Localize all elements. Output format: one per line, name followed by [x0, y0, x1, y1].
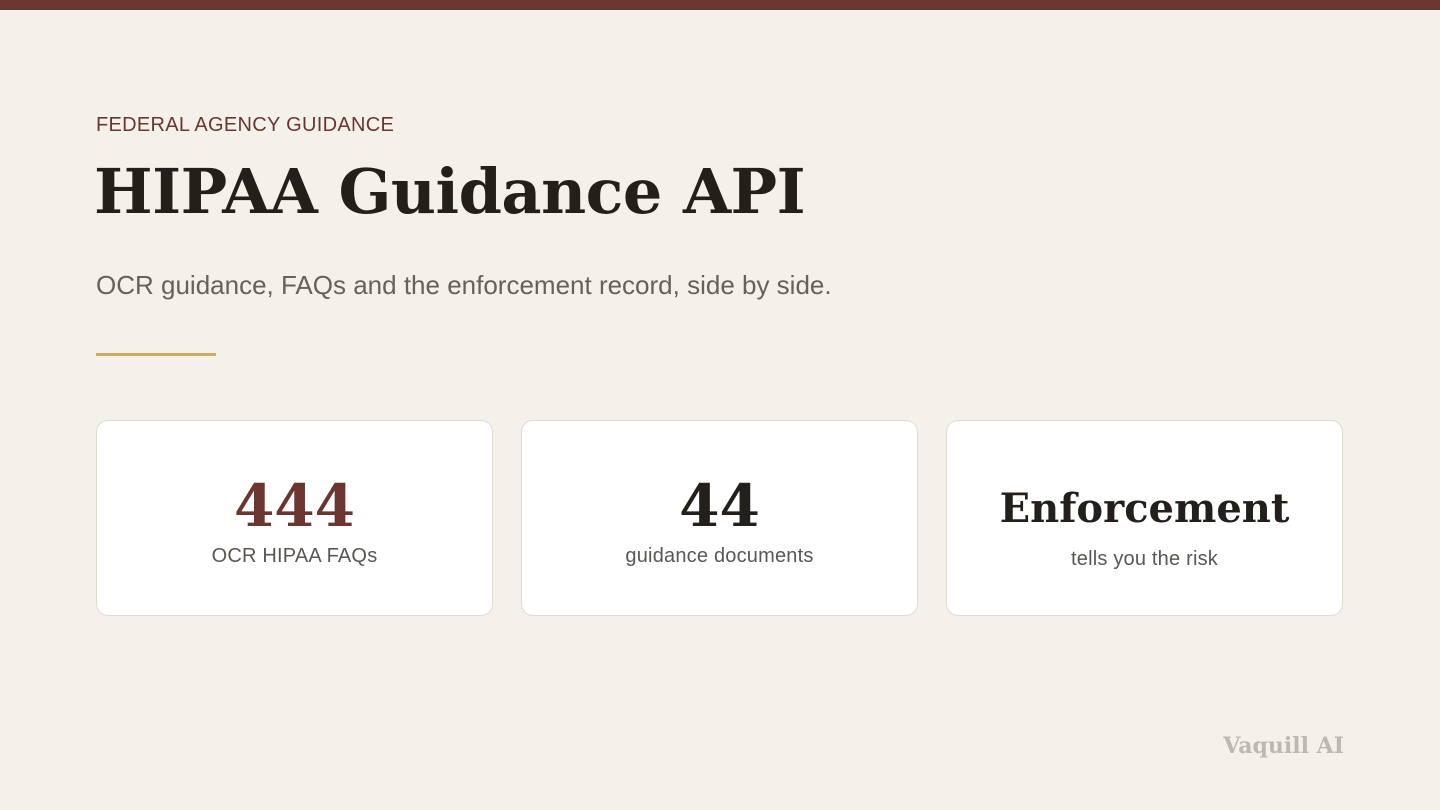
stat-card-enforcement: Enforcement tells you the risk — [946, 420, 1343, 616]
page-title: HIPAA Guidance API — [94, 155, 806, 228]
stat-label-faqs: OCR HIPAA FAQs — [211, 545, 378, 567]
stat-label-enforcement: tells you the risk — [1071, 548, 1218, 570]
stat-label-guidance: guidance documents — [625, 545, 814, 567]
brand-wordmark: Vaquill AI — [1223, 733, 1344, 759]
stat-value-faqs: 444 — [233, 472, 356, 540]
stat-card-faqs: 444 OCR HIPAA FAQs — [96, 420, 493, 616]
stat-value-enforcement: Enforcement — [999, 485, 1290, 532]
page-subtitle: OCR guidance, FAQs and the enforcement r… — [96, 270, 832, 300]
top-accent-bar — [0, 0, 1440, 10]
divider-line — [96, 353, 216, 356]
stat-card-guidance: 44 guidance documents — [521, 420, 918, 616]
eyebrow-label: FEDERAL AGENCY GUIDANCE — [96, 114, 395, 136]
stat-value-guidance: 44 — [679, 472, 760, 540]
stat-cards: 444 OCR HIPAA FAQs 44 guidance documents… — [96, 420, 1343, 616]
